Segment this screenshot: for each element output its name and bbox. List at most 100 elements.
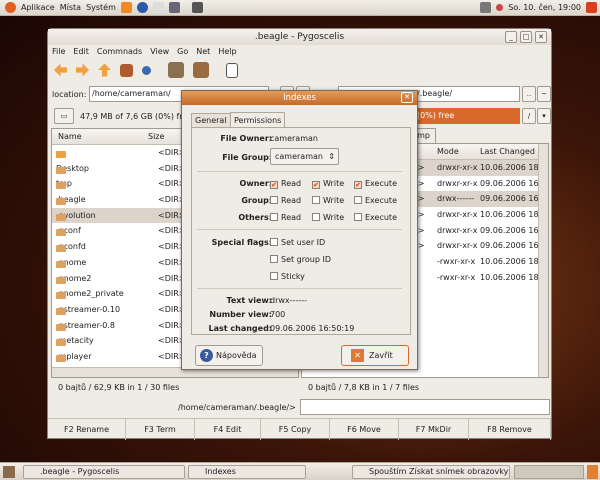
- unchecked-box-icon[interactable]: [270, 255, 278, 263]
- drive-dropdown-button[interactable]: ▾: [537, 108, 551, 124]
- connect-icon[interactable]: [168, 62, 184, 78]
- trash-icon[interactable]: [587, 465, 598, 479]
- tab-permissions[interactable]: Permissions: [230, 112, 286, 128]
- perm-checkbox[interactable]: Read: [270, 196, 301, 205]
- forward-icon[interactable]: [76, 63, 89, 77]
- command-input[interactable]: [300, 399, 550, 415]
- menu-mista[interactable]: Místa: [60, 3, 81, 12]
- power-icon[interactable]: [586, 2, 597, 13]
- network-icon[interactable]: [480, 2, 492, 13]
- checked-box-icon[interactable]: ✔: [354, 181, 362, 189]
- left-drive-select[interactable]: ▭: [54, 108, 74, 124]
- fkey-button[interactable]: F7 MkDir: [399, 419, 469, 440]
- task-screenshot[interactable]: Spouštím Získat snímek obrazovky: [352, 465, 510, 479]
- task-beagle[interactable]: .beagle - Pygoscelis: [23, 465, 185, 479]
- right-vscrollbar[interactable]: [538, 144, 548, 377]
- back-icon[interactable]: [54, 63, 67, 77]
- col-mode[interactable]: Mode: [437, 147, 459, 156]
- folder-icon: [56, 323, 66, 331]
- mail-icon[interactable]: [152, 2, 164, 13]
- perm-checkbox[interactable]: Execute: [354, 213, 397, 222]
- folder-icon: [56, 213, 66, 221]
- perm-checkbox[interactable]: Write: [312, 213, 344, 222]
- special-flag-checkbox[interactable]: Set group ID: [270, 255, 331, 264]
- home-icon[interactable]: [120, 63, 133, 77]
- minimize-button[interactable]: _: [505, 31, 517, 43]
- perm-checkbox[interactable]: Read: [270, 213, 301, 222]
- right-dots-button[interactable]: ..: [522, 86, 536, 102]
- perm-checkbox[interactable]: ✔ Read: [270, 179, 301, 189]
- perm-checkbox[interactable]: Write: [312, 196, 344, 205]
- perm-checkbox[interactable]: ✔ Write: [312, 179, 344, 189]
- unchecked-box-icon[interactable]: [270, 238, 278, 246]
- folder-icon: [56, 260, 66, 268]
- menu-aplikace[interactable]: Aplikace: [21, 3, 55, 12]
- perm-checkbox[interactable]: Execute: [354, 196, 397, 205]
- unchecked-box-icon[interactable]: [270, 196, 278, 204]
- menu-help[interactable]: Help: [218, 45, 236, 59]
- right-home-button[interactable]: ~: [537, 86, 551, 102]
- owner-label: File Owner:: [220, 134, 272, 143]
- special-flag-checkbox[interactable]: Sticky: [270, 272, 305, 281]
- col-last-changed[interactable]: Last Changed: [480, 147, 535, 156]
- menu-net[interactable]: Net: [196, 45, 210, 59]
- last-changed-value: 09.06.2006 16:50:19: [270, 324, 355, 333]
- close-button[interactable]: ✕ Zavřít: [341, 345, 409, 366]
- perm-checkbox-label: Execute: [365, 179, 397, 188]
- number-view-label: Number view:: [209, 310, 272, 319]
- fkey-button[interactable]: F2 Rename: [48, 419, 126, 440]
- menu-system[interactable]: Systém: [86, 3, 116, 12]
- fkey-button[interactable]: F4 Edit: [195, 419, 261, 440]
- screenshot-icon[interactable]: [191, 2, 203, 13]
- help-button[interactable]: ? Nápověda: [195, 345, 263, 366]
- fkey-button[interactable]: F8 Remove: [469, 419, 551, 440]
- fkey-button[interactable]: F3 Term: [126, 419, 195, 440]
- perm-row-label: Group:: [241, 196, 272, 205]
- show-desktop-icon[interactable]: [3, 466, 15, 478]
- close-window-button[interactable]: ✕: [535, 31, 547, 43]
- workspace-switcher[interactable]: [514, 465, 584, 479]
- perm-checkbox-label: Write: [323, 196, 345, 205]
- menu-go[interactable]: Go: [177, 45, 188, 59]
- col-size[interactable]: Size: [148, 132, 164, 141]
- root-button[interactable]: /: [522, 108, 536, 124]
- unchecked-box-icon[interactable]: [270, 213, 278, 221]
- unchecked-box-icon[interactable]: [312, 213, 320, 221]
- volume-icon[interactable]: [496, 4, 504, 11]
- ubuntu-logo-icon[interactable]: [5, 2, 16, 13]
- fkey-button[interactable]: F6 Move: [330, 419, 399, 440]
- browser-icon[interactable]: [136, 2, 148, 13]
- unchecked-box-icon[interactable]: [270, 272, 278, 280]
- file-date: 09.06.2006 16: [480, 225, 539, 235]
- save-icon[interactable]: [168, 2, 180, 13]
- menu-commands[interactable]: Commnads: [97, 45, 142, 59]
- dialog-titlebar[interactable]: Indexes ✕: [182, 91, 417, 105]
- group-select[interactable]: cameraman ⇕: [270, 148, 339, 165]
- disconnect-icon[interactable]: [193, 62, 209, 78]
- unchecked-box-icon[interactable]: [354, 213, 362, 221]
- clock[interactable]: So. 10. čen, 19:00: [508, 3, 581, 12]
- col-name[interactable]: Name: [58, 132, 82, 141]
- window-titlebar[interactable]: .beagle - Pygoscelis _ □ ✕: [48, 29, 551, 45]
- vlc-icon[interactable]: [120, 2, 132, 13]
- unchecked-box-icon[interactable]: [354, 196, 362, 204]
- menu-view[interactable]: View: [150, 45, 169, 59]
- checked-box-icon[interactable]: ✔: [270, 181, 278, 189]
- maximize-button[interactable]: □: [520, 31, 532, 43]
- up-icon[interactable]: [98, 63, 111, 77]
- perm-checkbox[interactable]: ✔ Execute: [354, 179, 397, 189]
- tab-general[interactable]: General: [191, 113, 231, 128]
- dialog-close-icon[interactable]: ✕: [401, 92, 413, 103]
- task-indexes[interactable]: Indexes: [188, 465, 306, 479]
- fkey-button[interactable]: F5 Copy: [261, 419, 330, 440]
- menu-file[interactable]: File: [52, 45, 65, 59]
- function-key-bar: F2 Rename F3 Term F4 Edit F5 Copy F6 Move F7 …: [48, 418, 551, 440]
- unchecked-box-icon[interactable]: [312, 196, 320, 204]
- file-name: .gnome: [56, 258, 86, 268]
- special-flag-checkbox[interactable]: Set user ID: [270, 238, 325, 247]
- menu-edit[interactable]: Edit: [73, 45, 89, 59]
- file-mode: drwxr-xr-x: [437, 225, 478, 235]
- new-file-icon[interactable]: [226, 62, 238, 78]
- refresh-icon[interactable]: [142, 65, 151, 75]
- checked-box-icon[interactable]: ✔: [312, 181, 320, 189]
